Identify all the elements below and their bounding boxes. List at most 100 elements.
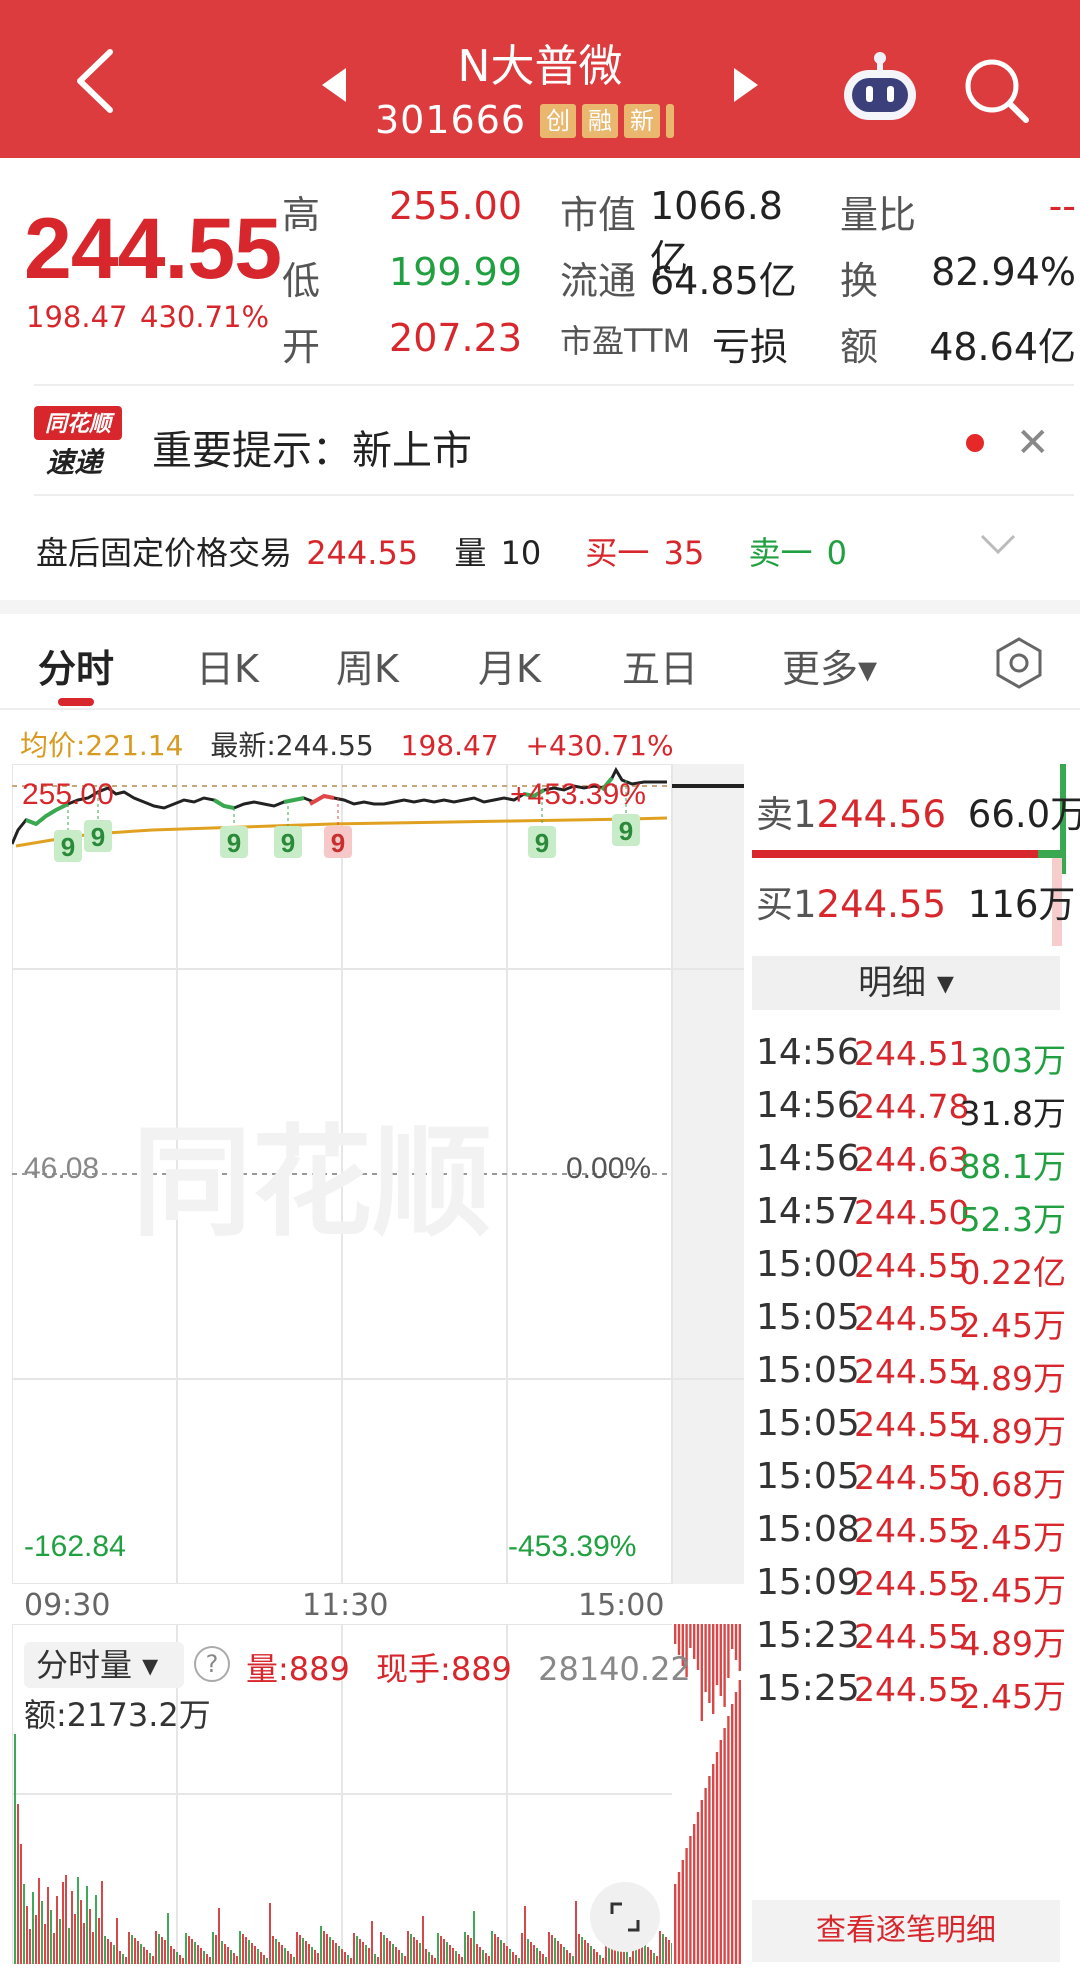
chart-mid-price: 46.08 <box>24 1152 100 1185</box>
next-stock-icon[interactable] <box>734 68 758 102</box>
tick-time: 15:05 <box>756 1350 860 1391</box>
amount-value: 48.64亿 <box>929 325 1076 369</box>
volume-indicator-selector[interactable]: 分时量 ▾ <box>24 1642 184 1688</box>
chevron-down-icon[interactable] <box>978 532 1018 556</box>
svg-text:9: 9 <box>281 828 295 858</box>
float-label: 流通 <box>560 259 637 303</box>
logo-top-text: 同花顺 <box>45 412 115 437</box>
tick-price: 244.50 <box>854 1193 970 1232</box>
open-value: 207.23 <box>389 316 522 360</box>
tick-price: 244.55 <box>854 1299 970 1338</box>
close-icon[interactable]: ✕ <box>1016 420 1050 466</box>
sell1-vol: 66.0万 <box>967 793 1080 836</box>
divider <box>34 494 1074 496</box>
buy1-price: 244.55 <box>816 883 947 926</box>
last-price: 244.55 <box>24 201 282 297</box>
volume-value: 量:889 <box>246 1650 350 1688</box>
view-all-ticks-button[interactable]: 查看逐笔明细 <box>752 1900 1060 1962</box>
tick-price: 244.55 <box>854 1352 970 1391</box>
chart-top-price: 255.00 <box>22 778 114 811</box>
detail-selector[interactable]: 明细 ▾ <box>752 956 1060 1010</box>
tick-price: 244.55 <box>854 1405 970 1444</box>
after-hours-buy-label: 买一 <box>585 534 650 572</box>
after-hours-vol-label: 量 <box>454 534 487 572</box>
settings-hexagon-icon[interactable] <box>994 636 1044 690</box>
tick-price: 244.55 <box>854 1246 970 1285</box>
volume-max: 28140.22 <box>538 1650 691 1688</box>
tick-time: 14:57 <box>756 1191 860 1232</box>
sell1-row[interactable]: 卖1244.56 66.0万 <box>756 784 1080 838</box>
after-hours-trading[interactable]: 盘后固定价格交易 244.55 量 10 买一 35 卖一 0 <box>36 528 851 574</box>
high-value: 255.00 <box>389 184 522 228</box>
tick-time: 15:08 <box>756 1509 860 1550</box>
chart-bottom-pct: -453.39% <box>508 1530 637 1563</box>
svg-text:9: 9 <box>227 828 241 858</box>
avg-price: 均价:221.14 <box>20 729 184 762</box>
tick-price: 244.55 <box>854 1511 970 1550</box>
turnover-label: 换 <box>840 259 879 303</box>
float-value: 64.85亿 <box>650 259 797 303</box>
tab-weekly-k[interactable]: 周K <box>336 638 399 693</box>
help-icon[interactable]: ? <box>194 1646 230 1682</box>
pe-value: 亏损 <box>712 325 789 369</box>
tick-time: 15:05 <box>756 1297 860 1338</box>
tick-time: 14:56 <box>756 1138 860 1179</box>
tick-price: 244.63 <box>854 1140 970 1179</box>
volratio-label: 量比 <box>840 193 917 237</box>
svg-text:9: 9 <box>61 832 75 862</box>
pe-label: 市盈TTM <box>560 322 691 360</box>
tick-time: 15:09 <box>756 1562 860 1603</box>
tab-more[interactable]: 更多▾ <box>782 638 877 693</box>
header-bar: N大普微 301666 创 融 新 <box>0 0 1080 158</box>
price-change-pct: 430.71% <box>140 300 270 334</box>
time-label-close: 15:00 <box>578 1588 665 1623</box>
info-change: 198.47 <box>400 729 499 762</box>
tick-row: 15:25 244.55 2.45万 <box>756 1658 1066 1724</box>
badge-chuang: 创 <box>540 104 576 138</box>
badge-xin: 新 <box>624 104 660 138</box>
svg-text:9: 9 <box>535 828 549 858</box>
robot-assistant-icon[interactable] <box>838 50 922 126</box>
tick-volume: 2.45万 <box>959 1677 1066 1716</box>
tick-price: 244.55 <box>854 1564 970 1603</box>
high-label: 高 <box>282 193 321 237</box>
buy1-row[interactable]: 买1244.55 116万 <box>756 874 1075 928</box>
after-hours-sell-label: 卖一 <box>748 534 813 572</box>
open-label: 开 <box>282 325 321 369</box>
tick-price: 244.78 <box>854 1087 970 1126</box>
tick-time: 15:25 <box>756 1668 860 1709</box>
low-value: 199.99 <box>389 250 522 294</box>
tab-monthly-k[interactable]: 月K <box>478 638 541 693</box>
watermark-text: 同花顺 <box>132 1114 492 1253</box>
volume-hand: 现手:889 <box>376 1650 512 1688</box>
stock-code: 301666 <box>375 98 527 142</box>
tick-price: 244.55 <box>854 1617 970 1656</box>
tick-price: 244.51 <box>854 1034 970 1073</box>
svg-text:9: 9 <box>91 822 105 852</box>
quote-panel: 244.55 198.47 430.71% 高 255.00 低 199.99 … <box>0 158 1080 380</box>
low-label: 低 <box>282 259 321 303</box>
tick-price: 244.55 <box>854 1670 970 1709</box>
notice-text[interactable]: 重要提示：新上市 <box>152 418 472 476</box>
sell1-price: 244.56 <box>816 793 947 836</box>
tick-time: 15:05 <box>756 1403 860 1444</box>
tick-time: 14:56 <box>756 1085 860 1126</box>
tab-daily-k[interactable]: 日K <box>196 638 259 693</box>
expand-fullscreen-icon[interactable] <box>590 1882 660 1952</box>
after-hours-price: 244.55 <box>306 534 419 572</box>
badge-more <box>666 104 674 138</box>
time-label-noon: 11:30 <box>302 1588 389 1623</box>
volratio-value: -- <box>1048 184 1076 228</box>
tick-time: 15:05 <box>756 1456 860 1497</box>
turnover-value: 82.94% <box>931 250 1076 294</box>
after-hours-vol: 10 <box>500 534 542 572</box>
bid-ask-ratio-bar <box>752 850 1060 858</box>
tab-five-day[interactable]: 五日 <box>622 638 698 693</box>
buy1-vol: 116万 <box>967 883 1076 926</box>
chart-info-bar: 均价:221.14 最新:244.55 198.47 +430.71% <box>20 724 692 764</box>
after-hours-sell: 0 <box>826 534 848 572</box>
divider <box>34 384 1074 386</box>
tab-intraday[interactable]: 分时 <box>38 638 114 693</box>
search-icon[interactable] <box>962 56 1032 126</box>
volume-readout: 量:889 现手:889 28140.22 <box>246 1644 691 1690</box>
